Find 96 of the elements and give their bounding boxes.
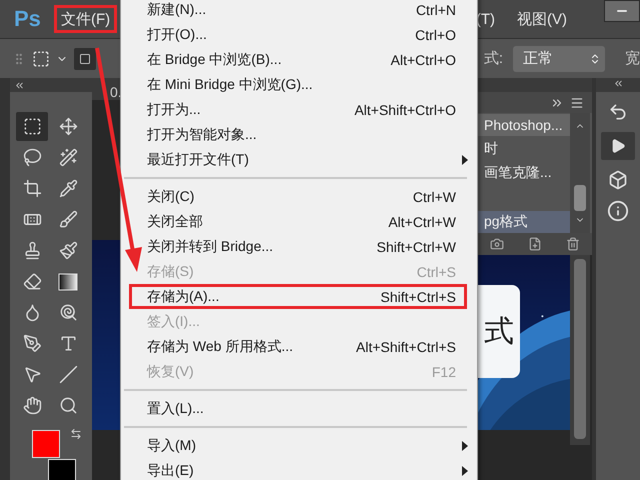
foreground-color-swatch[interactable] [32,430,60,458]
pointer-icon [22,365,42,384]
style-label: 式: [484,49,503,68]
menu-item[interactable]: 关闭(C) Ctrl+W [121,184,477,209]
menu-item-label: 恢复(V) [147,362,195,380]
wand-icon [58,148,78,167]
submenu-arrow-icon [462,154,468,164]
shortcut-text: Alt+Ctrl+O [390,52,456,68]
menu-item-label: 在 Bridge 中浏览(B)... [147,50,283,68]
menu-item[interactable]: 打开为智能对象... [121,122,477,147]
camera-icon[interactable] [490,237,504,251]
menu-item[interactable]: 置入(L)... [121,396,477,421]
play-button[interactable] [601,132,635,160]
menu-item[interactable]: 打开为... Alt+Shift+Ctrl+O [121,97,477,122]
mode-button[interactable] [74,48,96,70]
hand-icon [22,396,42,415]
menu-item-label: 导入(M) [147,436,197,454]
menu-item-label: 打开为智能对象... [147,126,258,144]
menu-item-label: 导出(E) [147,462,195,480]
menu-item-label: 置入(L)... [147,400,205,418]
line-icon [58,365,78,384]
shortcut-text: Ctrl+W [412,188,456,204]
menu-item-label: 关闭全部 [147,212,204,230]
play-icon [610,138,626,154]
menu-icon[interactable] [570,96,584,110]
gradient-icon [58,272,78,290]
menu-item[interactable]: 存储为 Web 所用格式... Alt+Shift+Ctrl+S [121,334,477,359]
menu-item-label: 打开(O)... [147,26,208,44]
info-icon[interactable] [607,200,629,222]
menu-item-label: 最近打开文件(T) [147,150,250,168]
stamp-icon [22,241,42,260]
minimize-button[interactable] [604,0,640,22]
type-icon [58,334,78,353]
app-logo: Ps [14,6,42,32]
menu-item[interactable]: 在 Bridge 中浏览(B)... Alt+Ctrl+O [121,47,477,72]
menu-title[interactable]: 视图(V) [510,5,574,33]
menu-item[interactable]: 关闭并转到 Bridge... Shift+Ctrl+W [121,234,477,259]
trash-icon[interactable] [566,237,580,251]
lollipop-icon [58,303,78,322]
menu-item-label: 存储为(A)... [147,288,220,306]
submenu-arrow-icon [462,466,468,476]
menu-item[interactable]: 存储为(A)... Shift+Ctrl+S [121,284,477,309]
zoom-icon [58,396,78,415]
menu-item-label: 签入(I)... [147,312,201,330]
menu-item[interactable]: 导出(E) [121,458,477,480]
width-label: 宽 [625,49,640,68]
shortcut-text: Alt+Shift+Ctrl+S [356,338,456,354]
menu-item-label: 关闭并转到 Bridge... [147,238,274,256]
swap-icon[interactable] [70,428,82,440]
menu-item-label: 打开为... [147,100,202,118]
shortcut-text: Alt+Ctrl+W [388,214,456,230]
updown-icon [589,52,601,64]
shortcut-text: Ctrl+N [416,2,456,18]
menu-item[interactable]: 在 Mini Bridge 中浏览(G)... [121,72,477,97]
cube-icon[interactable] [608,170,628,190]
card-text: 式 [484,314,514,350]
shortcut-text: F12 [432,364,456,380]
submenu-arrow-icon [462,440,468,450]
history-item[interactable]: Photoshop... [478,114,570,136]
shortcut-text: Ctrl+S [416,264,456,280]
menu-item[interactable]: 关闭全部 Alt+Ctrl+W [121,209,477,234]
menu-item-label: 关闭(C) [147,188,196,206]
shortcut-text: Ctrl+O [415,26,456,42]
collapse-icon[interactable] [14,80,25,90]
history-icon[interactable] [608,102,628,122]
square-icon [79,52,91,64]
new-document-icon[interactable] [528,237,542,251]
menu-item[interactable]: 最近打开文件(T) [121,147,477,172]
tool-button[interactable] [16,112,48,141]
menu-item-label: 存储(S) [147,262,195,280]
document-tab-text: 0. [110,84,122,100]
menu-item-label: 存储为 Web 所用格式... [147,338,294,356]
pipette-icon [58,179,78,198]
menu-item-label: 新建(N)... [147,0,208,18]
background-color-swatch[interactable] [48,459,76,480]
shortcut-text: Alt+Shift+Ctrl+O [354,102,456,118]
menu-item[interactable]: 打开(O)... Ctrl+O [121,22,477,47]
eraser-icon [22,272,42,291]
style-select[interactable]: 正常 [513,46,605,72]
shortcut-text: Shift+Ctrl+W [376,238,456,254]
lasso-icon [22,148,42,167]
history-item[interactable]: pg格式 [478,211,570,233]
crop-icon [22,179,42,198]
scroll-thumb[interactable] [574,185,586,211]
menu-title[interactable]: 文件(F) [54,5,118,33]
menu-item-label: 在 Mini Bridge 中浏览(G)... [147,76,314,94]
paintbrush-icon [58,241,78,260]
dashed-square-icon [22,117,42,136]
dashed-square-icon [32,50,50,68]
shortcut-text: Shift+Ctrl+S [380,288,456,304]
pen-icon [22,334,42,353]
move-icon [58,117,78,136]
menu-item[interactable]: 新建(N)... Ctrl+N [121,0,477,22]
brush-icon [58,210,78,229]
menu-item[interactable]: 导入(M) [121,433,477,458]
collapse-icon[interactable] [612,78,624,89]
